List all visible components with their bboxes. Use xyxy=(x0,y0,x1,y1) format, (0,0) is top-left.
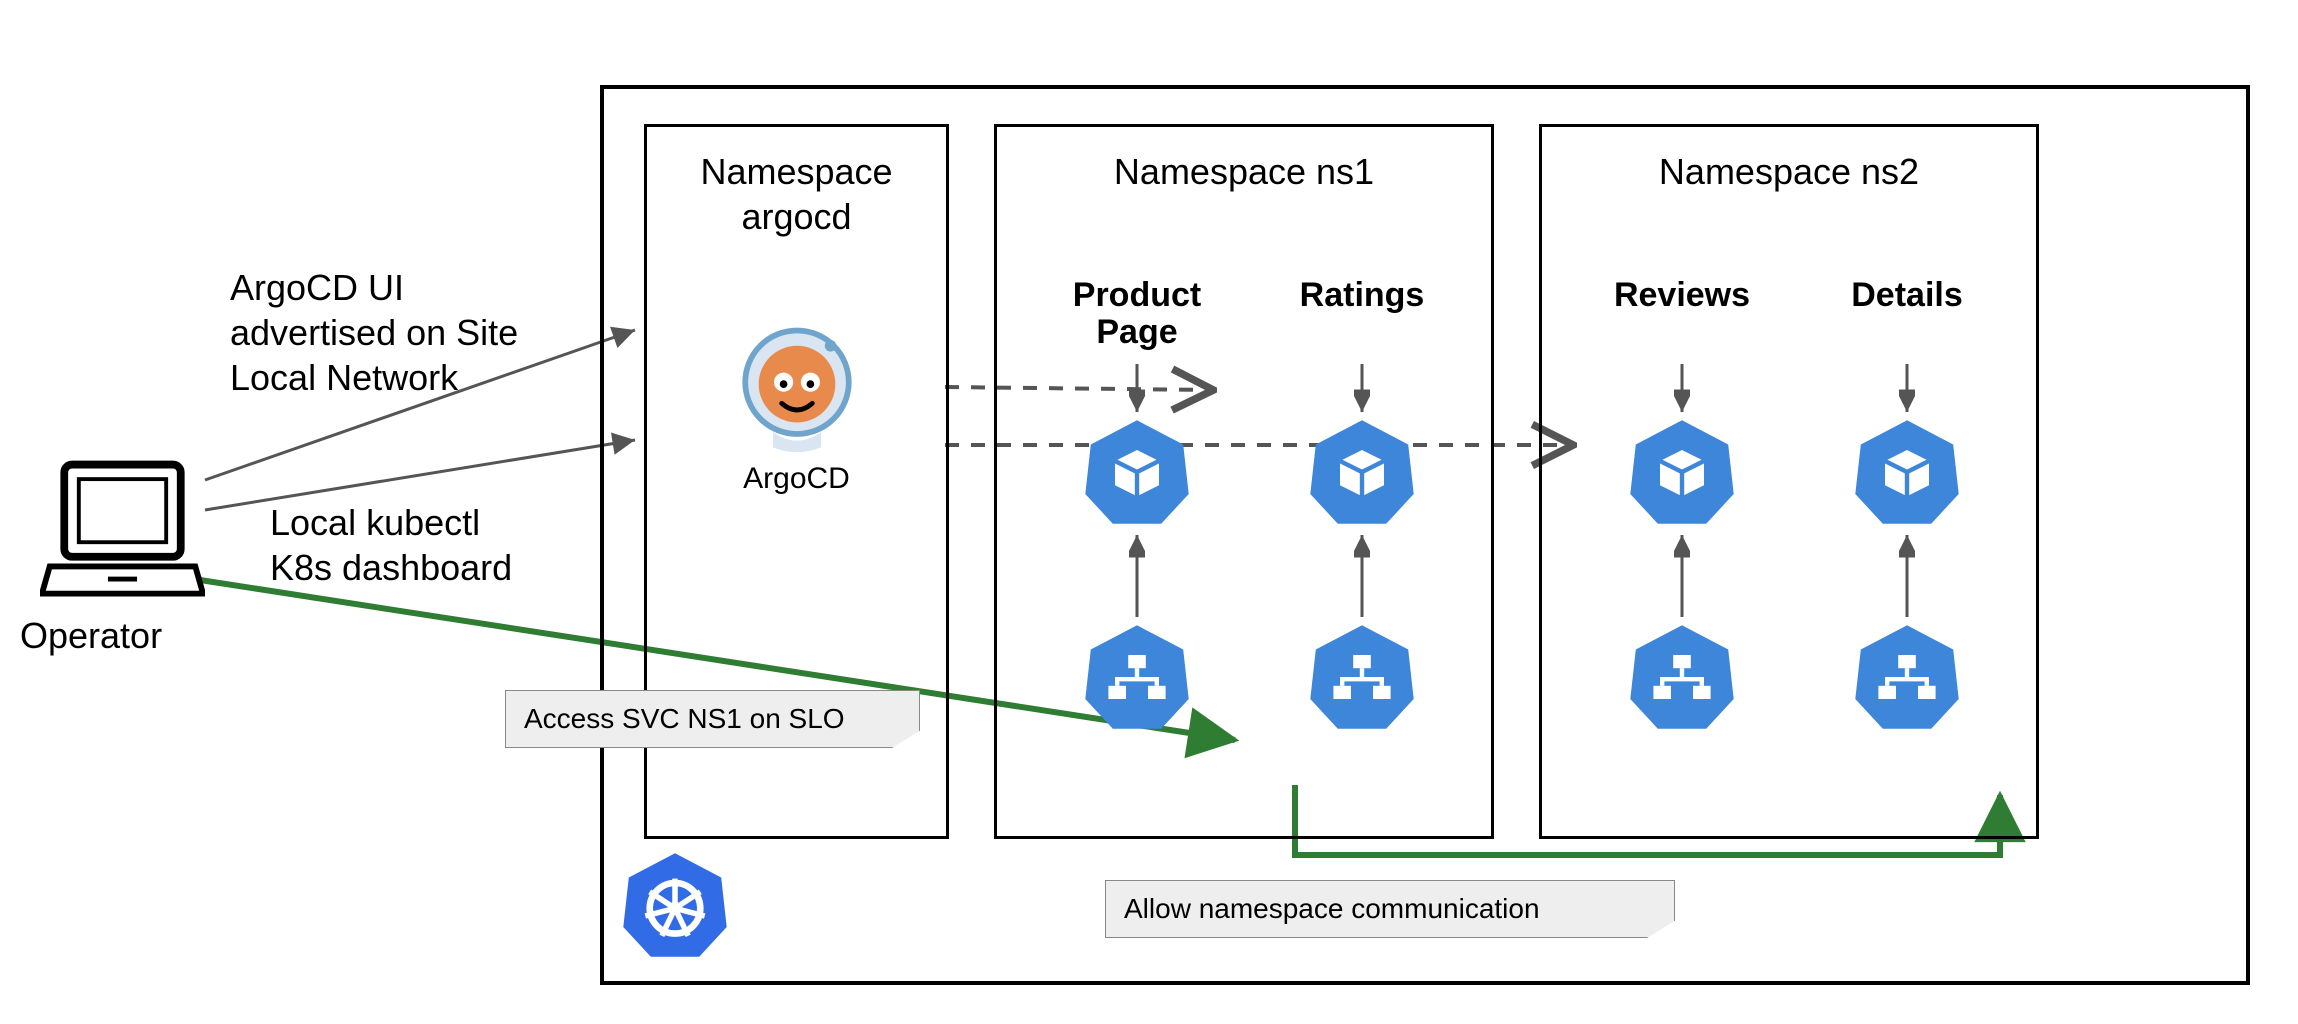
ns-ns1-title: Namespace ns1 xyxy=(997,149,1491,194)
ns2-col-details: Details xyxy=(1797,277,2017,732)
cluster-frame: Namespace argocd ArgoCD xyxy=(600,85,2250,985)
ns1-productpage-label: Product Page xyxy=(1027,277,1247,362)
operator-label: Operator xyxy=(20,615,162,657)
ns2-details-pod xyxy=(1852,417,1962,527)
argocd-caption: ArgoCD xyxy=(647,462,946,496)
ns-argocd-title: Namespace argocd xyxy=(647,149,946,239)
ns2-col-reviews: Reviews xyxy=(1572,277,1792,732)
ns2-reviews-svc xyxy=(1627,622,1737,732)
ns2-details-label: Details xyxy=(1797,277,2017,362)
ns2-reviews-label: Reviews xyxy=(1572,277,1792,362)
ns1-ratings-label: Ratings xyxy=(1252,277,1472,362)
namespace-ns2: Namespace ns2 Reviews xyxy=(1539,124,2039,839)
ns1-ratings-pod xyxy=(1307,417,1417,527)
ns1-col-ratings: Ratings xyxy=(1252,277,1472,732)
ns1-productpage-svc xyxy=(1082,622,1192,732)
operator-ui-note: ArgoCD UI advertised on Site Local Netwo… xyxy=(230,265,518,400)
ns2-reviews-pod xyxy=(1627,417,1737,527)
note-allow-ns-comm: Allow namespace communication xyxy=(1105,880,1675,938)
laptop-icon xyxy=(40,455,205,610)
ns-ns2-title: Namespace ns2 xyxy=(1542,149,2036,194)
operator-kubectl-note: Local kubectl K8s dashboard xyxy=(270,500,512,590)
kubernetes-logo-icon xyxy=(620,850,730,960)
argocd-icon xyxy=(739,322,854,452)
namespace-ns1: Namespace ns1 Product Page xyxy=(994,124,1494,839)
ns2-details-svc xyxy=(1852,622,1962,732)
ns1-col-productpage: Product Page xyxy=(1027,277,1247,732)
note-access-svc: Access SVC NS1 on SLO xyxy=(505,690,920,748)
ns1-productpage-pod xyxy=(1082,417,1192,527)
ns1-ratings-svc xyxy=(1307,622,1417,732)
